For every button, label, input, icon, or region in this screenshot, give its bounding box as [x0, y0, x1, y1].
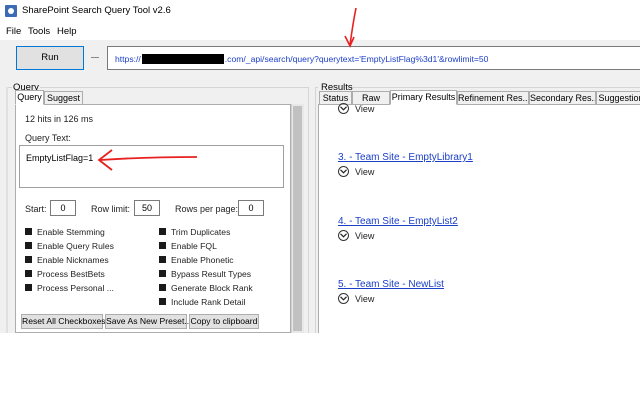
url-suffix: .com/_api/search/query?querytext='EmptyL… [224, 54, 489, 64]
window-title: SharePoint Search Query Tool v2.6 [22, 5, 171, 16]
checkbox-generate-block-rank[interactable] [159, 284, 166, 291]
chevron-down-circle-icon [338, 230, 349, 241]
toolbar-separator [91, 57, 99, 58]
view-label: View [355, 167, 375, 177]
sharepoint-app-icon [5, 5, 17, 17]
tab-secondary-results[interactable]: Secondary Res... [529, 91, 596, 105]
checkbox-trim-duplicates[interactable] [159, 228, 166, 235]
tab-suggestion[interactable]: Suggestion [596, 91, 640, 105]
query-panel-scroll-thumb[interactable] [293, 106, 302, 331]
hits-summary: 12 hits in 126 ms [25, 114, 94, 124]
checkbox-label: Include Rank Detail [171, 297, 246, 307]
menu-bar: File Tools Help [0, 22, 640, 40]
checkbox-label: Process Personal ... [37, 283, 114, 293]
checkbox-label: Trim Duplicates [171, 227, 231, 237]
query-text-input[interactable]: EmptyListFlag=1 [19, 145, 284, 188]
copy-to-clipboard-button[interactable]: Copy to clipboard [189, 314, 259, 329]
reset-checkboxes-button[interactable]: Reset All Checkboxes [21, 314, 106, 329]
checkbox-label: Bypass Result Types [171, 269, 252, 279]
query-text-label: Query Text: [25, 133, 71, 143]
checkbox-include-rank-detail[interactable] [159, 298, 166, 305]
checkbox-process-personal[interactable] [25, 284, 32, 291]
tab-refinement-results[interactable]: Refinement Res... [457, 91, 529, 105]
checkbox-label: Enable Phonetic [171, 255, 234, 265]
tab-suggest[interactable]: Suggest [44, 91, 83, 105]
tab-status[interactable]: Status [319, 91, 352, 105]
checkbox-label: Generate Block Rank [171, 283, 253, 293]
result-title-link[interactable]: 5. - Team Site - NewList [338, 279, 444, 290]
tab-raw[interactable]: Raw [352, 91, 390, 105]
chevron-down-circle-icon [338, 166, 349, 177]
checkbox-label: Enable Nicknames [37, 255, 109, 265]
url-prefix: https:// [115, 54, 141, 64]
checkbox-enable-query-rules[interactable] [25, 242, 32, 249]
checkbox-label: Process BestBets [37, 269, 105, 279]
query-group-right-line [308, 87, 309, 333]
app-window: SharePoint Search Query Tool v2.6 File T… [0, 0, 640, 333]
rows-per-page-label: Rows per page: [175, 204, 239, 214]
query-text-value: EmptyListFlag=1 [26, 153, 94, 163]
query-group-border [6, 87, 8, 333]
query-group-top-line-right [40, 87, 309, 88]
query-url-field[interactable]: https:// .com/_api/search/query?querytext… [107, 46, 640, 70]
checkbox-process-bestbets[interactable] [25, 270, 32, 277]
tab-primary-results[interactable]: Primary Results [390, 90, 457, 105]
title-bar: SharePoint Search Query Tool v2.6 [0, 0, 640, 22]
start-input[interactable]: 0 [50, 200, 76, 216]
row-limit-input[interactable]: 50 [134, 200, 160, 216]
view-label: View [355, 104, 375, 114]
checkbox-enable-phonetic[interactable] [159, 256, 166, 263]
checkbox-bypass-result-types[interactable] [159, 270, 166, 277]
results-group-top-line-right [348, 87, 640, 88]
start-label: Start: [25, 204, 47, 214]
checkbox-label: Enable FQL [171, 241, 217, 251]
results-group-left-line [315, 87, 316, 333]
menu-help[interactable]: Help [57, 26, 77, 37]
redacted-domain [141, 54, 224, 64]
result-title-link[interactable]: 3. - Team Site - EmptyLibrary1 [338, 152, 473, 163]
view-label: View [355, 294, 375, 304]
checkbox-label: Enable Query Rules [37, 241, 114, 251]
rows-per-page-input[interactable]: 0 [238, 200, 264, 216]
row-limit-label: Row limit: [91, 204, 131, 214]
result-title-link[interactable]: 4. - Team Site - EmptyList2 [338, 216, 458, 227]
chevron-down-circle-icon [338, 103, 349, 114]
checkbox-enable-stemming[interactable] [25, 228, 32, 235]
view-label: View [355, 231, 375, 241]
chevron-down-circle-icon [338, 293, 349, 304]
query-group-top-line [8, 87, 12, 88]
checkbox-enable-fql[interactable] [159, 242, 166, 249]
checkbox-label: Enable Stemming [37, 227, 105, 237]
tab-query[interactable]: Query [15, 90, 44, 105]
save-preset-button[interactable]: Save As New Preset... [105, 314, 192, 329]
checkbox-enable-nicknames[interactable] [25, 256, 32, 263]
run-button[interactable]: Run [16, 46, 84, 70]
menu-tools[interactable]: Tools [28, 26, 50, 37]
menu-file[interactable]: File [6, 26, 21, 37]
query-url-text: https:// .com/_api/search/query?querytext… [115, 54, 488, 64]
